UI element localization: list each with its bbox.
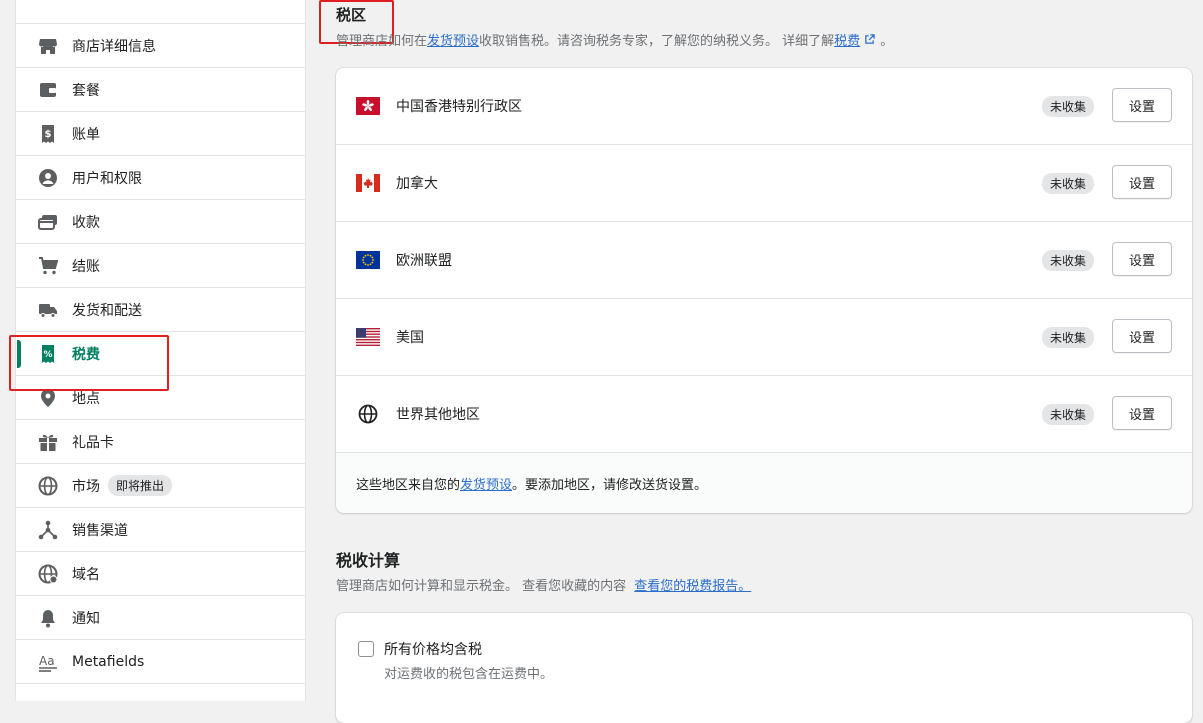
- sidebar-item-checkout[interactable]: 结账: [16, 244, 305, 288]
- set-up-button[interactable]: 设置: [1112, 319, 1172, 353]
- wallet-icon: [37, 79, 59, 101]
- sidebar-item-label: 税费: [72, 346, 100, 363]
- tax-zone-name: 美国: [396, 330, 424, 346]
- sidebar-item-label: 通知: [72, 610, 100, 627]
- tax-zone-row: 美国 未收集 设置: [336, 299, 1192, 376]
- gift-icon: [37, 431, 59, 453]
- tax-zone-name: 中国香港特别行政区: [396, 99, 522, 115]
- tax-zone-name: 加拿大: [396, 176, 438, 192]
- eu-flag-icon: [356, 251, 380, 269]
- hk-flag-icon: [356, 97, 380, 115]
- bell-icon: [37, 607, 59, 629]
- shipping-profiles-footer-link[interactable]: 发货预设: [460, 474, 512, 493]
- tax-zone-row: 欧洲联盟 未收集 设置: [336, 222, 1192, 299]
- svg-text:%: %: [43, 350, 52, 360]
- footer-text: 这些地区来自您的: [356, 477, 461, 493]
- collection-status-badge: 未收集: [1041, 404, 1094, 425]
- coming-soon-badge: 即将推出: [108, 475, 173, 496]
- sidebar-item-label: 账单: [72, 126, 100, 143]
- sidebar-item-domains[interactable]: 域名: [16, 552, 305, 596]
- tax-regions-footer: 这些地区来自您的 发货预设 。要添加地区，请修改送货设置。: [336, 453, 1192, 513]
- tax-calculation-title: 税收计算: [336, 551, 401, 570]
- collection-status-badge: 未收集: [1041, 96, 1094, 117]
- include-tax-option[interactable]: 所有价格均含税: [358, 639, 482, 659]
- sidebar-item-label: 用户和权限: [72, 170, 142, 187]
- tax-zone-row: 加拿大 未收集 设置: [336, 145, 1192, 222]
- include-tax-label: 所有价格均含税: [384, 642, 482, 658]
- desc-text: 。: [880, 34, 894, 49]
- sidebar-item-shipping[interactable]: 发货和配送: [16, 288, 305, 332]
- sidebar-item-users[interactable]: 用户和权限: [16, 156, 305, 200]
- store-icon: [37, 35, 59, 57]
- sidebar-item-label: 商店详细信息: [72, 38, 156, 55]
- footer-text: 。要添加地区，请修改送货设置。: [512, 477, 708, 493]
- tax-zone-row: 中国香港特别行政区 未收集 设置: [336, 68, 1192, 145]
- tax-icon: %: [37, 343, 59, 365]
- sidebar-item-store-details[interactable]: 商店详细信息: [16, 24, 305, 68]
- tax-report-link[interactable]: 查看您的税费报告。: [634, 579, 751, 594]
- sidebar-item-label: 套餐: [72, 82, 100, 99]
- desc-text: 管理商店如何计算和显示税金。 查看您收藏的内容: [336, 579, 627, 594]
- include-tax-help-text: 对运费收的税包含在运费中。: [384, 667, 554, 682]
- include-tax-checkbox[interactable]: [358, 641, 374, 657]
- sidebar-item-billing[interactable]: $ 账单: [16, 112, 305, 156]
- tax-zone-name: 欧洲联盟: [396, 253, 452, 269]
- sidebar-item-metafields[interactable]: Aa Metafields: [16, 640, 305, 684]
- location-icon: [37, 387, 59, 409]
- payments-icon: [37, 211, 59, 233]
- taxes-learn-link[interactable]: 税费: [834, 34, 860, 49]
- domain-icon: [37, 563, 59, 585]
- set-up-button[interactable]: 设置: [1112, 396, 1172, 430]
- sidebar-item-label: 结账: [72, 258, 100, 275]
- sidebar-item-label: 收款: [72, 214, 100, 231]
- external-link-icon: [864, 34, 876, 49]
- metafields-icon: Aa: [37, 651, 59, 673]
- sidebar-item-markets[interactable]: 市场 即将推出: [16, 464, 305, 508]
- tax-regions-card: 中国香港特别行政区 未收集 设置 加拿大 未收集 设置 欧洲联盟 未收集 设置 …: [336, 68, 1192, 513]
- tax-regions-title: 税区: [336, 6, 367, 24]
- us-flag-icon: [356, 328, 380, 346]
- sidebar-item-label: 域名: [72, 566, 100, 583]
- ca-flag-icon: [356, 174, 380, 192]
- cart-icon: [37, 255, 59, 277]
- sidebar-item-plan[interactable]: 套餐: [16, 68, 305, 112]
- collection-status-badge: 未收集: [1041, 250, 1094, 271]
- tax-zone-row: 世界其他地区 未收集 设置: [336, 376, 1192, 453]
- svg-text:Aa: Aa: [39, 654, 55, 668]
- world-globe-icon: [356, 404, 380, 424]
- sidebar-item-notifications[interactable]: 通知: [16, 596, 305, 640]
- set-up-button[interactable]: 设置: [1112, 165, 1172, 199]
- truck-icon: [37, 299, 59, 321]
- sidebar-item-sales-channels[interactable]: 销售渠道: [16, 508, 305, 552]
- sidebar-item-label: Metafields: [72, 653, 145, 670]
- svg-text:$: $: [45, 129, 52, 140]
- bill-icon: $: [37, 123, 59, 145]
- sidebar-top-divider: [16, 0, 305, 24]
- tax-calculation-card: 所有价格均含税 对运费收的税包含在运费中。: [336, 613, 1192, 723]
- sidebar-item-taxes[interactable]: % 税费: [16, 332, 305, 376]
- sidebar-item-label: 地点: [72, 390, 100, 407]
- channels-icon: [37, 519, 59, 541]
- shipping-profiles-link[interactable]: 发货预设: [427, 34, 479, 49]
- tax-calculation-description: 管理商店如何计算和显示税金。 查看您收藏的内容 查看您的税费报告。: [336, 575, 751, 594]
- tax-regions-description: 管理商店如何在发货预设收取销售税。请咨询税务专家，了解您的纳税义务。 详细了解税…: [336, 30, 893, 49]
- desc-text: 管理商店如何在: [336, 34, 428, 49]
- sidebar-item-label: 销售渠道: [72, 522, 128, 539]
- desc-text: 收取销售税。请咨询税务专家，了解您的纳税义务。 详细了解: [479, 34, 835, 49]
- set-up-button[interactable]: 设置: [1112, 88, 1172, 122]
- sidebar-item-locations[interactable]: 地点: [16, 376, 305, 420]
- globe-icon: [37, 475, 59, 497]
- settings-sidebar: 商店详细信息 套餐 $ 账单 用户和权限 收款 结账 发货和配送 % 税费 地点…: [15, 0, 306, 701]
- sidebar-item-label: 市场: [72, 478, 100, 495]
- user-icon: [37, 167, 59, 189]
- sidebar-item-gift-cards[interactable]: 礼品卡: [16, 420, 305, 464]
- tax-zone-name: 世界其他地区: [396, 407, 480, 423]
- sidebar-item-payments[interactable]: 收款: [16, 200, 305, 244]
- collection-status-badge: 未收集: [1041, 173, 1094, 194]
- collection-status-badge: 未收集: [1041, 327, 1094, 348]
- sidebar-item-label: 发货和配送: [72, 302, 142, 319]
- set-up-button[interactable]: 设置: [1112, 242, 1172, 276]
- sidebar-item-label: 礼品卡: [72, 434, 114, 451]
